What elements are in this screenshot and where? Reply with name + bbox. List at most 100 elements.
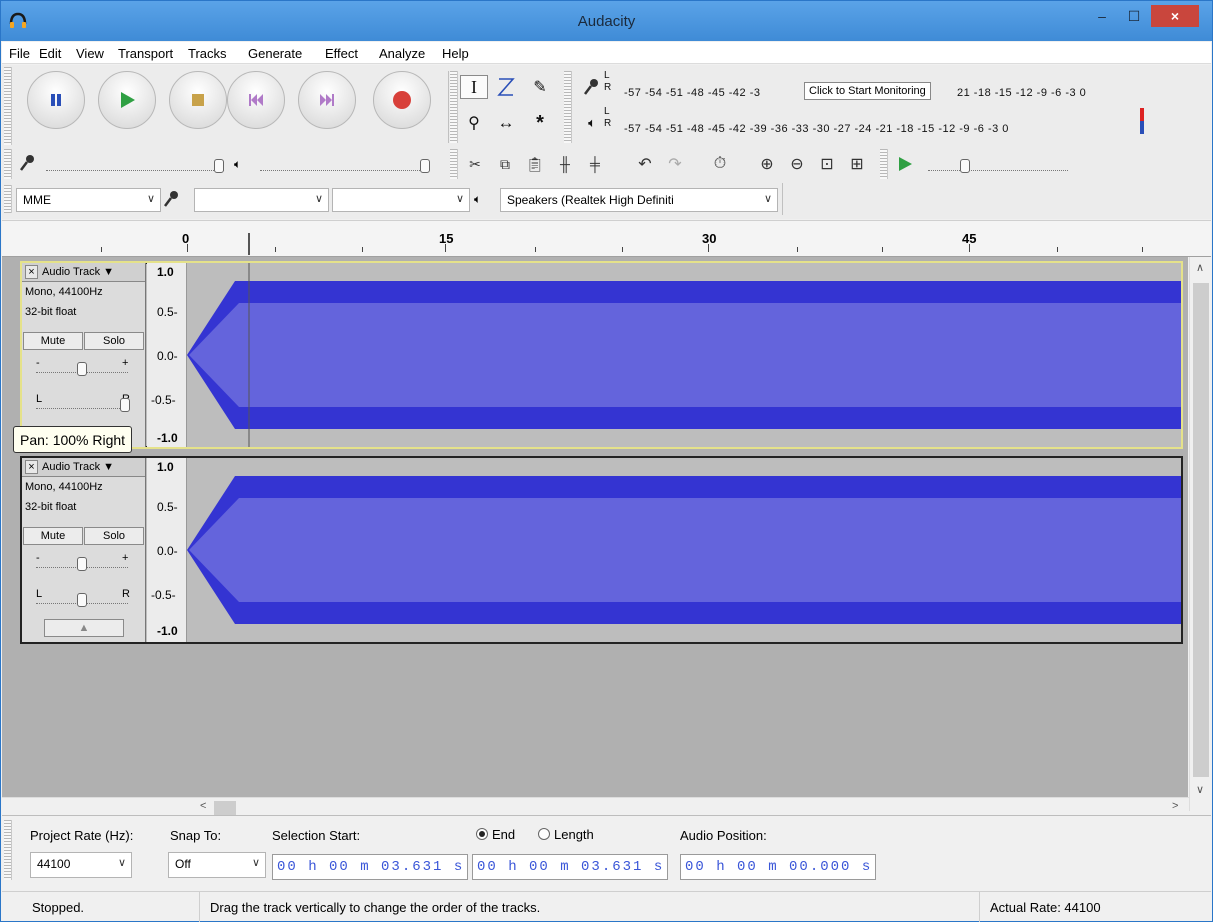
undo-button[interactable]: ↶ [632, 151, 658, 177]
zoom-in-button[interactable]: ⊕ [754, 151, 780, 177]
skip-to-start-button[interactable] [227, 71, 285, 129]
mixer-toolbar-grip[interactable] [4, 149, 12, 179]
menu-analyze[interactable]: Analyze [379, 46, 425, 61]
play-button[interactable] [98, 71, 156, 129]
title-bar[interactable]: Audacity – ☐ × [1, 1, 1212, 41]
track-name-menu[interactable]: Audio Track ▼ [42, 461, 114, 473]
envelope-tool-button[interactable] [492, 75, 520, 99]
cut-button[interactable]: ✂ [462, 151, 488, 177]
sync-lock-button[interactable]: ⏱︎ [707, 151, 733, 177]
selection-start-field[interactable]: 00 h 00 m 03.631 s [272, 854, 468, 880]
play-at-speed-button[interactable] [892, 151, 918, 177]
pan-slider-thumb[interactable] [120, 398, 130, 412]
silence-button[interactable]: ╪ [582, 151, 608, 177]
trim-button[interactable]: ╫ [552, 151, 578, 177]
collapse-track-button[interactable]: ▲ [44, 619, 124, 637]
selection-end-field[interactable]: 00 h 00 m 03.631 s [472, 854, 668, 880]
length-radio[interactable] [538, 828, 550, 840]
redo-button[interactable]: ↷ [662, 151, 688, 177]
record-button[interactable] [373, 71, 431, 129]
menu-edit[interactable]: Edit [39, 46, 61, 61]
horizontal-scrollbar[interactable]: < > [2, 797, 1189, 815]
play-speed-slider[interactable] [928, 165, 1068, 171]
menu-file[interactable]: File [9, 46, 30, 61]
track-close-button[interactable]: × [25, 460, 38, 474]
paste-button[interactable]: 📋︎ [522, 151, 548, 177]
gain-slider-thumb[interactable] [77, 362, 87, 376]
maximize-button[interactable]: ☐ [1119, 5, 1149, 27]
gain-slider-thumb[interactable] [77, 557, 87, 571]
meter-toolbar-grip[interactable] [564, 71, 572, 143]
edit-toolbar-grip[interactable] [450, 149, 458, 179]
audio-position-field[interactable]: 00 h 00 m 00.000 s [680, 854, 876, 880]
stop-button[interactable] [169, 71, 227, 129]
record-meter-button[interactable] [578, 75, 606, 99]
pan-slider[interactable] [36, 403, 128, 409]
record-meter-scale-right[interactable]: 21 -18 -15 -12 -9 -6 -3 0 [957, 87, 1086, 99]
track-waveform[interactable] [187, 458, 1181, 642]
scroll-up-icon[interactable]: ∧ [1196, 261, 1204, 274]
project-rate-select[interactable]: 44100 ∨ [30, 852, 132, 878]
multi-tool-button[interactable]: * [526, 111, 554, 135]
selection-toolbar-grip[interactable] [4, 820, 12, 880]
minimize-button[interactable]: – [1087, 5, 1117, 27]
zoom-out-button[interactable]: ⊖ [784, 151, 810, 177]
scroll-down-icon[interactable]: ∨ [1196, 783, 1204, 796]
draw-tool-button[interactable]: ✎ [526, 75, 554, 99]
pan-slider-thumb[interactable] [77, 593, 87, 607]
play-head-marker[interactable] [248, 233, 250, 255]
recording-channels-select[interactable]: ∨ [332, 188, 470, 212]
play-meter-button[interactable]: 🔈︎ [578, 111, 606, 135]
vruler-label: 0.5- [157, 500, 178, 514]
mute-button[interactable]: Mute [23, 527, 83, 545]
audio-track-2[interactable]: × Audio Track ▼ Mono, 44100Hz 32-bit flo… [20, 456, 1183, 644]
close-button[interactable]: × [1151, 5, 1199, 27]
menu-effect[interactable]: Effect [325, 46, 358, 61]
playback-device-select[interactable]: Speakers (Realtek High Definiti ∨ [500, 188, 778, 212]
fit-project-button[interactable]: ⊞ [844, 151, 870, 177]
pause-button[interactable] [27, 71, 85, 129]
solo-button[interactable]: Solo [84, 332, 144, 350]
record-volume-thumb[interactable] [214, 159, 224, 173]
horizontal-scroll-thumb[interactable] [214, 801, 236, 815]
track-close-button[interactable]: × [25, 265, 38, 279]
solo-button[interactable]: Solo [84, 527, 144, 545]
recording-device-select[interactable]: ∨ [194, 188, 329, 212]
transport-toolbar-grip[interactable] [4, 67, 12, 145]
vertical-scroll-thumb[interactable] [1193, 283, 1209, 777]
fit-selection-button[interactable]: ⊡ [814, 151, 840, 177]
record-meter-scale[interactable]: -57 -54 -51 -48 -45 -42 -3 [624, 87, 761, 99]
vertical-scrollbar[interactable]: ∧ ∨ [1189, 257, 1211, 811]
playback-volume-thumb[interactable] [420, 159, 430, 173]
menu-tracks[interactable]: Tracks [188, 46, 227, 61]
menu-generate[interactable]: Generate [248, 46, 302, 61]
record-volume-slider[interactable] [46, 165, 224, 171]
play-at-speed-toolbar-grip[interactable] [880, 149, 888, 179]
skip-to-end-button[interactable] [298, 71, 356, 129]
snap-to-select[interactable]: Off ∨ [168, 852, 266, 878]
tools-toolbar-grip[interactable] [450, 71, 458, 143]
track-name-menu[interactable]: Audio Track ▼ [42, 266, 114, 278]
audio-host-select[interactable]: MME ∨ [16, 188, 161, 212]
scroll-right-icon[interactable]: > [1172, 800, 1178, 812]
device-toolbar-grip[interactable] [4, 185, 12, 213]
track-title-bar[interactable]: × Audio Track ▼ [22, 263, 145, 282]
track-title-bar[interactable]: × Audio Track ▼ [22, 458, 145, 477]
copy-button[interactable]: ⧉ [492, 151, 518, 177]
time-shift-tool-button[interactable]: ↔ [492, 111, 520, 135]
track-waveform[interactable] [187, 263, 1181, 447]
paste-icon: 📋︎ [526, 155, 544, 172]
zoom-tool-button[interactable]: ⚲ [460, 111, 488, 135]
menu-help[interactable]: Help [442, 46, 469, 61]
play-speed-thumb[interactable] [960, 159, 970, 173]
playback-volume-slider[interactable] [260, 165, 428, 171]
end-radio[interactable] [476, 828, 488, 840]
selection-tool-button[interactable]: I [460, 75, 488, 99]
menu-view[interactable]: View [76, 46, 104, 61]
mute-button[interactable]: Mute [23, 332, 83, 350]
play-meter-scale[interactable]: -57 -54 -51 -48 -45 -42 -39 -36 -33 -30 … [624, 123, 1009, 135]
menu-transport[interactable]: Transport [118, 46, 173, 61]
timeline-ruler[interactable]: 0 15 30 45 [2, 220, 1211, 257]
audio-track-1[interactable]: × Audio Track ▼ Mono, 44100Hz 32-bit flo… [20, 261, 1183, 449]
scroll-left-icon[interactable]: < [200, 800, 206, 812]
